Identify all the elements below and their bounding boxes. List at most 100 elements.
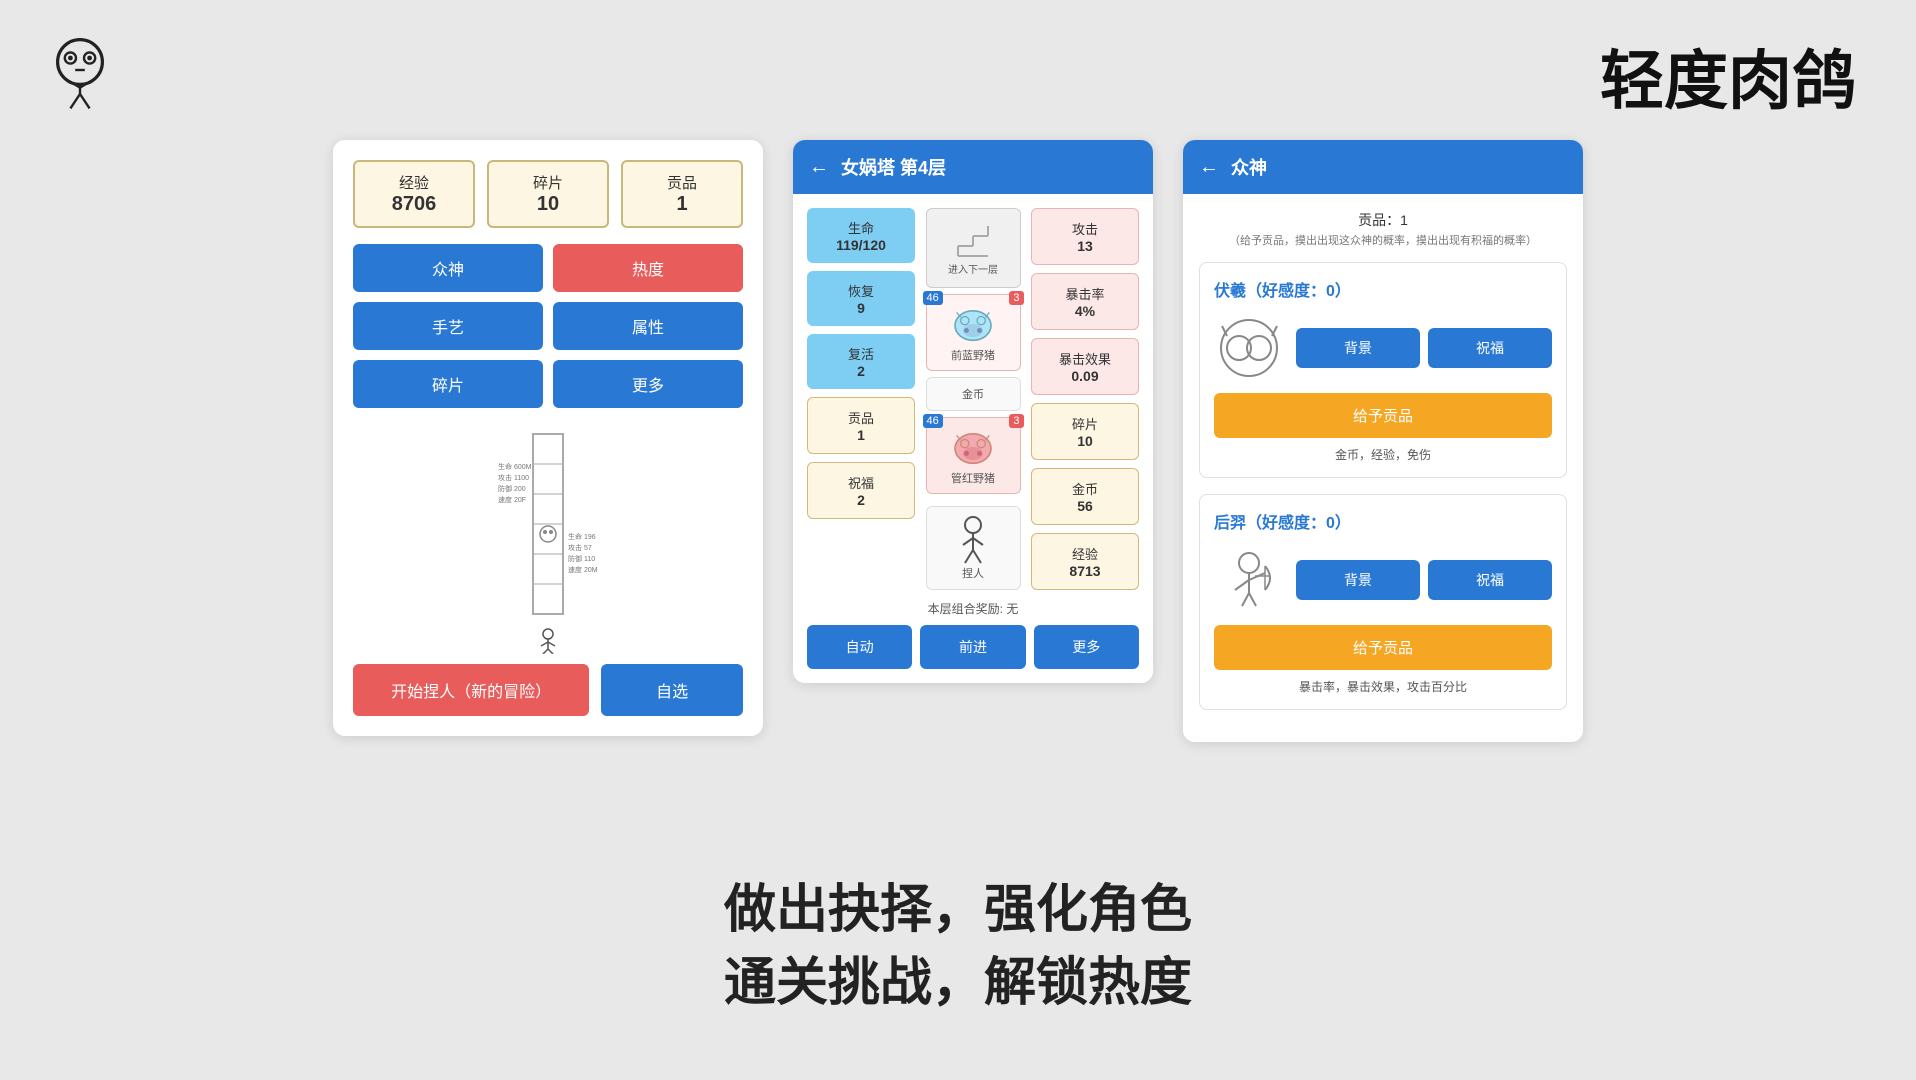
cell-frag: 碎片 10 <box>1031 403 1139 460</box>
enemy-2-name: 管红野猪 <box>951 473 995 485</box>
enemy-1-cell[interactable]: 46 3 前蓝野猪 <box>926 294 1021 371</box>
floor-right-col: 攻击 13 暴击率 4% 暴击效果 0.09 碎片 10 <box>1031 208 1139 590</box>
stat-tribute: 贡品 1 <box>621 160 743 228</box>
cell-gold-value: 56 <box>1037 498 1133 514</box>
btn-fuxi-blessing[interactable]: 祝福 <box>1428 328 1552 368</box>
btn-gods[interactable]: 众神 <box>353 244 543 292</box>
cell-crit-rate-label: 暴击率 <box>1037 284 1133 303</box>
floor-layout: 生命 119/120 恢复 9 复活 2 贡品 1 <box>807 208 1139 590</box>
btn-give-houyi[interactable]: 给予贡品 <box>1214 625 1552 670</box>
btn-start-new[interactable]: 开始捏人（新的冒险） <box>353 664 589 716</box>
cell-frag-label: 碎片 <box>1037 414 1133 433</box>
panel-gods: ← 众神 贡品：1 （给予贡品，摸出出现这众神的概率，摸出出现有积福的概率） 伏… <box>1183 140 1583 742</box>
cell-crit-effect-label: 暴击效果 <box>1037 349 1133 368</box>
cell-gold: 金币 56 <box>1031 468 1139 525</box>
logo-area <box>40 30 120 110</box>
cell-crit-rate: 暴击率 4% <box>1031 273 1139 330</box>
svg-text:防御 200: 防御 200 <box>498 484 526 493</box>
coin-cell: 金币 <box>926 377 1021 411</box>
enemy-1-name: 前蓝野猪 <box>951 350 995 362</box>
god-fuxi-avatar <box>1214 313 1284 383</box>
btn-auto[interactable]: 自动 <box>807 625 912 669</box>
stat-tribute-label: 贡品 <box>628 172 736 193</box>
svg-text:攻击 1100: 攻击 1100 <box>498 473 529 482</box>
btn-give-fuxi[interactable]: 给予贡品 <box>1214 393 1552 438</box>
stats-row: 经验 8706 碎片 10 贡品 1 <box>353 160 743 228</box>
floor-title: 女娲塔 第4层 <box>841 154 946 180</box>
god-houyi-row: 背景 祝福 <box>1214 545 1552 615</box>
cell-life: 生命 119/120 <box>807 208 915 263</box>
svg-text:生命 600M: 生命 600M <box>498 462 532 471</box>
goods-desc: （给予贡品，摸出出现这众神的概率，摸出出现有积福的概率） <box>1199 232 1567 248</box>
cell-frag-value: 10 <box>1037 433 1133 449</box>
btn-grid: 众神 热度 手艺 属性 碎片 更多 <box>353 244 743 408</box>
svg-text:速度 20F: 速度 20F <box>498 495 526 504</box>
cell-recover-value: 9 <box>812 300 910 316</box>
tower-illustration: 生命 600M 攻击 1100 防御 200 速度 20F 生命 196 攻击 … <box>353 424 743 654</box>
svg-text:速度 20M: 速度 20M <box>568 565 598 574</box>
god-houyi-reward: 暴击率，暴击效果，攻击百分比 <box>1214 678 1552 695</box>
btn-more-floor[interactable]: 更多 <box>1034 625 1139 669</box>
cell-exp-value: 8713 <box>1037 563 1133 579</box>
panels-container: 经验 8706 碎片 10 贡品 1 众神 热度 手艺 属性 碎片 更多 <box>333 140 1583 742</box>
floor-back-arrow[interactable]: ← <box>809 156 829 179</box>
floor-center-col: 进入下一层 46 3 <box>923 208 1023 590</box>
god-houyi-title: 后羿（好感度：0） <box>1214 509 1552 533</box>
panel-floor: ← 女娲塔 第4层 生命 119/120 恢复 9 复活 2 <box>793 140 1153 683</box>
btn-attr[interactable]: 属性 <box>553 302 743 350</box>
btn-more[interactable]: 更多 <box>553 360 743 408</box>
btn-craft[interactable]: 手艺 <box>353 302 543 350</box>
floor-btns: 自动 前进 更多 <box>807 625 1139 669</box>
cell-crit-effect-value: 0.09 <box>1037 368 1133 384</box>
cell-gold-label: 金币 <box>1037 479 1133 498</box>
enemy-2-cell[interactable]: 46 3 管红野猪 <box>926 417 1021 494</box>
enemy-2-hp: 46 <box>923 414 943 428</box>
svg-text:防御 110: 防御 110 <box>568 554 595 563</box>
btn-custom[interactable]: 自选 <box>601 664 743 716</box>
stat-fragment: 碎片 10 <box>487 160 609 228</box>
god-card-houyi: 后羿（好感度：0） <box>1199 494 1567 710</box>
cell-revive: 复活 2 <box>807 334 915 389</box>
god-houyi-btns: 背景 祝福 <box>1296 560 1552 600</box>
svg-text:攻击 57: 攻击 57 <box>568 543 592 552</box>
player-label: 捏人 <box>962 568 984 580</box>
stair-label: 进入下一层 <box>948 261 998 276</box>
god-fuxi-reward: 金币，经验，免伤 <box>1214 446 1552 463</box>
cell-tribute: 贡品 1 <box>807 397 915 454</box>
god-fuxi-title: 伏羲（好感度：0） <box>1214 277 1552 301</box>
bottom-text: 做出抉择，强化角色 通关挑战，解锁热度 <box>724 874 1192 1020</box>
cell-crit-rate-value: 4% <box>1037 303 1133 319</box>
combo-text: 本层组合奖励: 无 <box>807 600 1139 617</box>
cell-life-label: 生命 <box>812 218 910 237</box>
cell-recover-label: 恢复 <box>812 281 910 300</box>
cell-blessing: 祝福 2 <box>807 462 915 519</box>
stat-exp-label: 经验 <box>360 172 468 193</box>
btn-houyi-background[interactable]: 背景 <box>1296 560 1420 600</box>
cell-attack-value: 13 <box>1037 238 1133 254</box>
btn-advance[interactable]: 前进 <box>920 625 1025 669</box>
player-cell: 捏人 <box>926 506 1021 590</box>
btn-fuxi-background[interactable]: 背景 <box>1296 328 1420 368</box>
panel-main: 经验 8706 碎片 10 贡品 1 众神 热度 手艺 属性 碎片 更多 <box>333 140 763 736</box>
gods-back-arrow[interactable]: ← <box>1199 156 1219 179</box>
bottom-line2: 通关挑战，解锁热度 <box>724 947 1192 1020</box>
coin-label: 金币 <box>962 389 984 401</box>
cell-revive-value: 2 <box>812 363 910 379</box>
goods-info: 贡品：1 （给予贡品，摸出出现这众神的概率，摸出出现有积福的概率） <box>1199 210 1567 248</box>
enemy-1-lv: 3 <box>1009 291 1023 305</box>
goods-count: 贡品：1 <box>1199 210 1567 230</box>
stat-exp-value: 8706 <box>360 193 468 216</box>
god-houyi-avatar <box>1214 545 1284 615</box>
god-fuxi-row: 背景 祝福 <box>1214 313 1552 383</box>
gods-title: 众神 <box>1231 154 1267 180</box>
btn-fragment[interactable]: 碎片 <box>353 360 543 408</box>
cell-blessing-label: 祝福 <box>813 473 909 492</box>
god-fuxi-btns: 背景 祝福 <box>1296 328 1552 368</box>
cell-life-value: 119/120 <box>812 237 910 253</box>
btn-houyi-blessing[interactable]: 祝福 <box>1428 560 1552 600</box>
btn-heat[interactable]: 热度 <box>553 244 743 292</box>
stat-fragment-value: 10 <box>494 193 602 216</box>
floor-header: ← 女娲塔 第4层 <box>793 140 1153 194</box>
cell-crit-effect: 暴击效果 0.09 <box>1031 338 1139 395</box>
cell-blessing-value: 2 <box>813 492 909 508</box>
